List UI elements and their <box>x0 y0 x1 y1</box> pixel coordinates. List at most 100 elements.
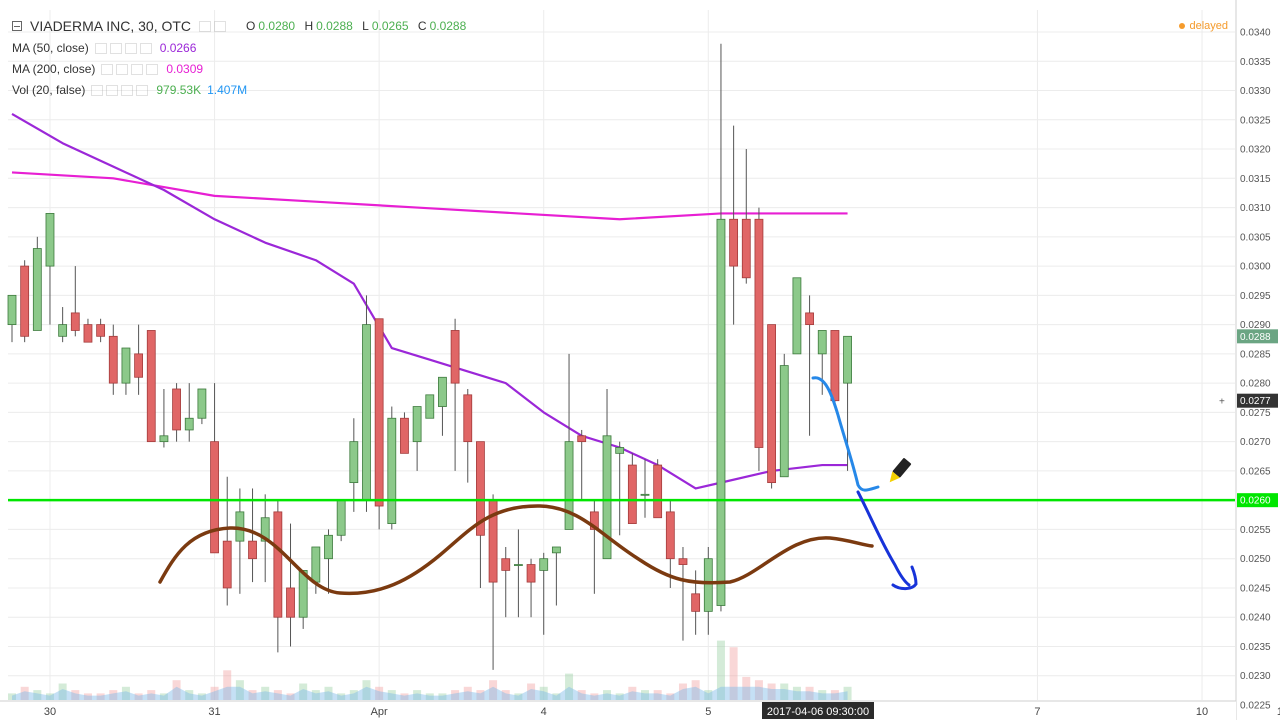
symbol-controls[interactable] <box>199 20 227 32</box>
candle-body <box>197 388 207 419</box>
candle-up <box>792 277 802 355</box>
volume-label[interactable]: Vol (20, false) <box>12 83 85 97</box>
legend-ma50: MA (50, close) 0.0266 <box>12 41 196 55</box>
ma200-controls[interactable] <box>101 63 159 75</box>
candle-body <box>273 511 283 618</box>
candle-body <box>121 347 131 384</box>
ma200-label[interactable]: MA (200, close) <box>12 62 95 76</box>
candle-down <box>20 260 30 343</box>
eye-icon[interactable] <box>91 84 104 96</box>
volume-value: 979.53K <box>156 83 202 97</box>
legend-ma200: MA (200, close) 0.0309 <box>12 62 203 76</box>
candle-body <box>210 441 219 554</box>
x-tick-label: 4 <box>541 706 547 718</box>
legend-volume: Vol (20, false) 979.53K 1.407M <box>12 83 247 97</box>
candle-up <box>387 406 397 530</box>
x-tick-label: 10 <box>1196 706 1208 718</box>
candle-body <box>539 558 549 571</box>
x-tick-label: 7 <box>1034 706 1040 718</box>
candle-body <box>463 394 473 443</box>
candle-body <box>741 218 751 279</box>
candle-body <box>450 330 460 384</box>
candle-body <box>501 558 511 571</box>
settings-icon[interactable] <box>109 42 122 54</box>
y-tick-label: 0.0340 <box>1240 28 1271 39</box>
candle-body <box>843 335 852 384</box>
status-dot-icon <box>1179 23 1186 30</box>
symbol-title[interactable]: VIADERMA INC, 30, OTC <box>30 18 191 34</box>
candle-body <box>640 493 650 496</box>
add-icon[interactable] <box>121 84 134 96</box>
settings-icon[interactable] <box>116 63 129 75</box>
candle-body <box>108 335 118 384</box>
add-icon[interactable] <box>131 63 144 75</box>
add-icon[interactable] <box>124 42 137 54</box>
last-price-label: 0.0288 <box>1237 329 1278 344</box>
y-tick-label: 0.0235 <box>1240 642 1271 653</box>
ohlc-high: 0.0288 <box>316 19 353 33</box>
crosshair-price-label: 0.0277 <box>1237 393 1278 408</box>
candle-body <box>779 365 789 478</box>
candle-body <box>58 324 68 337</box>
y-tick-label: 0.0280 <box>1240 379 1271 390</box>
candle-down <box>400 412 409 454</box>
candle-body <box>691 593 701 612</box>
candle-body <box>754 218 764 448</box>
ma50-controls[interactable] <box>94 42 152 54</box>
y-tick-label: 0.0270 <box>1240 437 1271 448</box>
ma200-value: 0.0309 <box>166 62 204 76</box>
y-tick-label: 0.0320 <box>1240 145 1271 156</box>
y-tick-label: 0.0285 <box>1240 349 1271 360</box>
svg-text:2017-04-06 09:30:00: 2017-04-06 09:30:00 <box>767 706 869 718</box>
candle-body <box>615 447 625 454</box>
candle-body <box>387 417 397 524</box>
candle-body <box>248 540 257 560</box>
candle-body <box>184 417 194 431</box>
y-tick-label: 0.0310 <box>1240 203 1271 214</box>
close-icon[interactable] <box>146 63 159 75</box>
candle-body <box>20 265 30 337</box>
candle-up <box>425 394 435 419</box>
candle-body <box>425 394 435 419</box>
x-tick-label: 30 <box>44 706 56 718</box>
candle-body <box>526 564 536 583</box>
price-chart[interactable]: 0.0225 0.0230 0.0235 0.0240 0.0245 0.0250 0.02… <box>0 0 1280 720</box>
volume-controls[interactable] <box>91 84 149 96</box>
candle-body <box>653 464 663 519</box>
eye-icon[interactable] <box>199 20 212 32</box>
candle-body <box>159 435 169 443</box>
svg-text:0.0288: 0.0288 <box>1240 332 1271 343</box>
ohlc-low: 0.0265 <box>371 19 409 33</box>
ohlc-open: 0.0280 <box>258 19 296 33</box>
close-icon[interactable] <box>136 84 149 96</box>
support-price-label: 0.0260 <box>1237 493 1278 508</box>
close-icon[interactable] <box>139 42 152 54</box>
x-axis-panel <box>0 701 1236 720</box>
candle-body <box>438 376 447 407</box>
svg-text:0.0260: 0.0260 <box>1240 496 1271 507</box>
eye-icon[interactable] <box>94 42 107 54</box>
candle-body <box>830 330 840 402</box>
y-tick-label: 0.0315 <box>1240 174 1271 185</box>
settings-icon[interactable] <box>214 20 227 32</box>
candle-body <box>577 435 587 443</box>
candle-body <box>678 558 688 565</box>
candle-body <box>703 558 713 612</box>
candle-body <box>374 318 384 507</box>
candle-body <box>45 213 55 267</box>
eye-icon[interactable] <box>101 63 114 75</box>
collapse-icon[interactable] <box>12 21 22 31</box>
candle-body <box>400 417 409 454</box>
candle-body <box>222 540 232 589</box>
y-tick-label: 0.0330 <box>1240 86 1271 97</box>
volume-ma-value: 1.407M <box>207 83 248 97</box>
candle-body <box>172 388 181 431</box>
ma50-label[interactable]: MA (50, close) <box>12 41 89 55</box>
candle-body <box>286 587 295 618</box>
candle-body <box>70 312 80 331</box>
ohlc-readout: O 0.0280 H 0.0288 L 0.0265 C 0.0288 <box>246 19 467 33</box>
candle-body <box>324 534 333 560</box>
settings-icon[interactable] <box>106 84 119 96</box>
y-tick-label: 0.0300 <box>1240 262 1271 273</box>
x-tick-label: 31 <box>208 706 220 718</box>
